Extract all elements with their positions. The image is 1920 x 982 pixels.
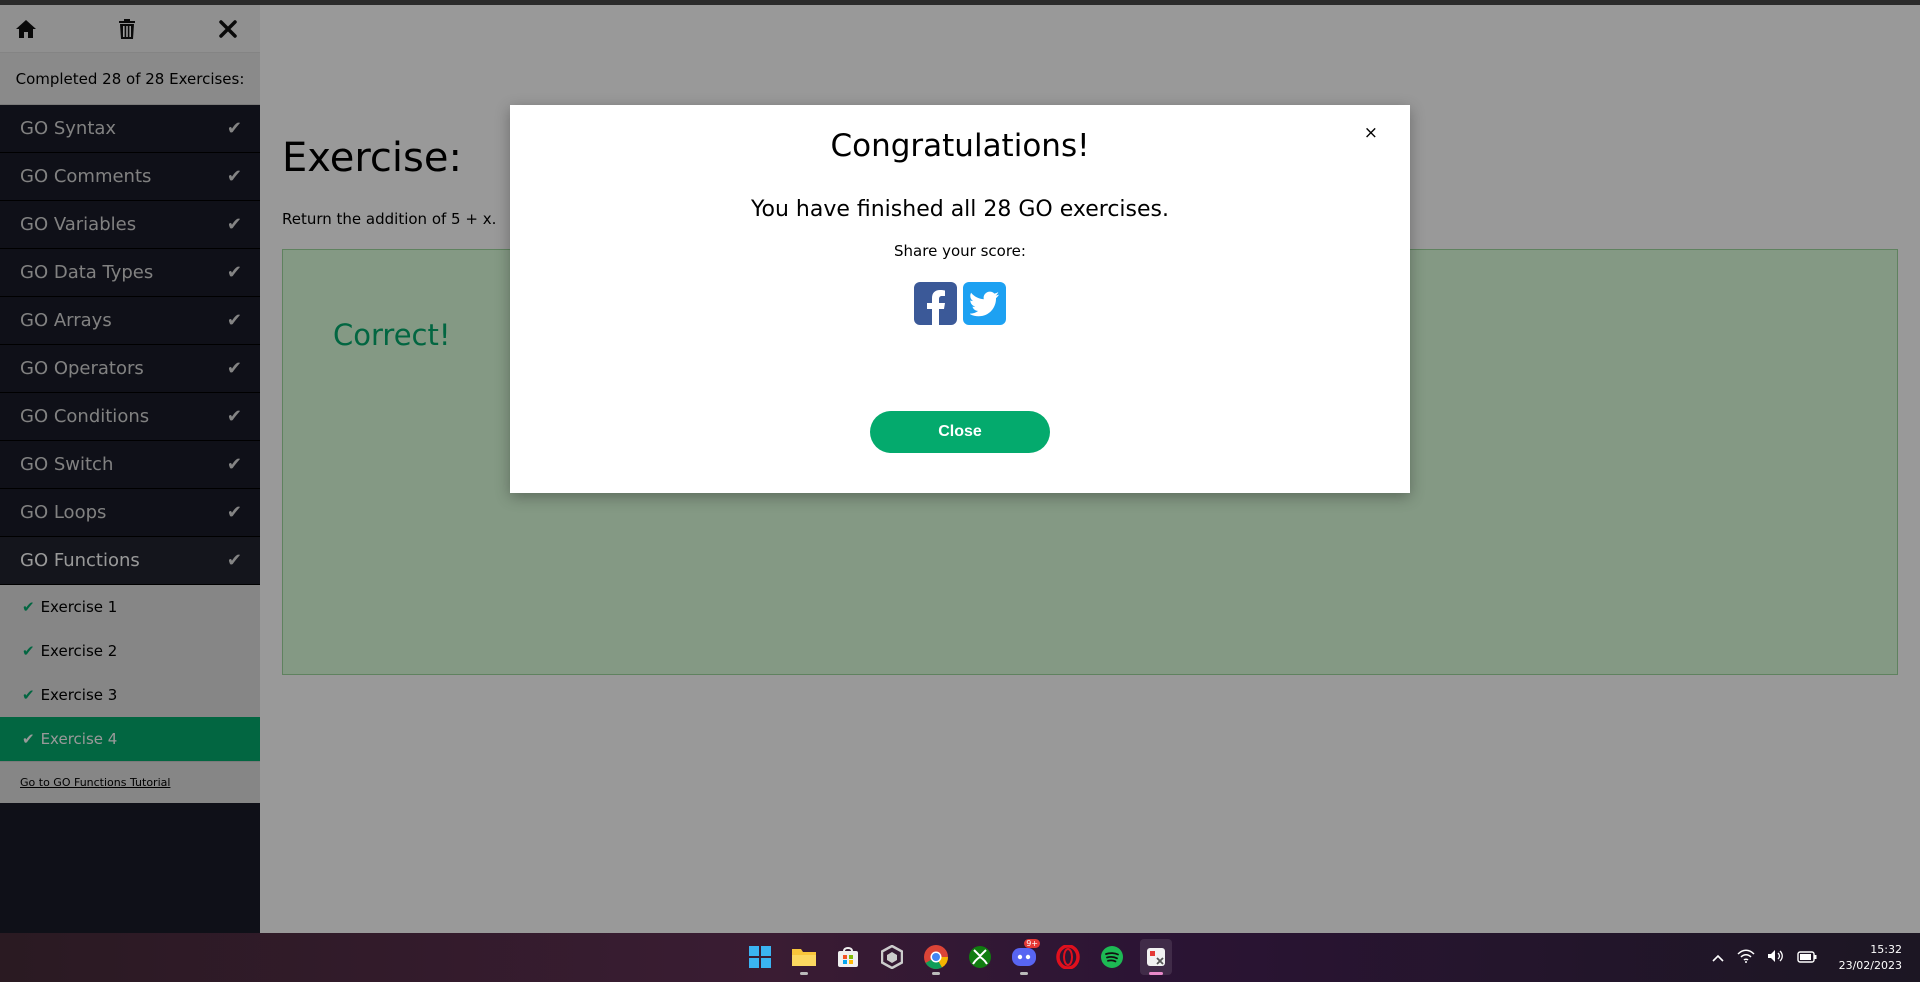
close-button[interactable]: Close: [870, 411, 1050, 453]
file-explorer-icon[interactable]: [788, 939, 820, 975]
twitter-share-button[interactable]: [963, 282, 1006, 325]
social-buttons: [510, 282, 1410, 325]
spotify-icon[interactable]: [1096, 939, 1128, 975]
chrome-icon[interactable]: [920, 939, 952, 975]
modal-close-icon[interactable]: ×: [1364, 123, 1378, 143]
running-indicator: [932, 972, 940, 975]
share-label: Share your score:: [894, 242, 1026, 260]
wifi-icon[interactable]: [1737, 948, 1755, 967]
snipping-tool-icon[interactable]: [1140, 939, 1172, 975]
running-indicator: [1020, 972, 1028, 975]
system-tray: 15:32 23/02/2023: [1711, 933, 1920, 982]
volume-icon[interactable]: [1767, 948, 1785, 967]
twitter-icon: [969, 291, 999, 316]
running-indicator: [1149, 972, 1163, 975]
discord-icon[interactable]: 9+: [1008, 939, 1040, 975]
store-icon[interactable]: [832, 939, 864, 975]
facebook-icon: [926, 290, 945, 325]
modal-message: You have finished all 28 GO exercises.: [751, 197, 1169, 222]
taskbar: 9+ 15:32 23/02/2023: [0, 933, 1920, 982]
taskbar-icons: 9+: [744, 939, 1172, 975]
modal-title: Congratulations!: [830, 128, 1090, 164]
congratulations-modal: × Congratulations! You have finished all…: [510, 105, 1410, 493]
clock[interactable]: 15:32 23/02/2023: [1839, 942, 1902, 974]
running-indicator: [800, 972, 808, 975]
facebook-share-button[interactable]: [914, 282, 957, 325]
opera-icon[interactable]: [1052, 939, 1084, 975]
clock-date: 23/02/2023: [1838, 958, 1902, 972]
battery-icon[interactable]: [1796, 948, 1817, 967]
windows-start-icon[interactable]: [744, 939, 776, 975]
clock-time: 15:32: [1870, 942, 1902, 956]
xbox-icon[interactable]: [964, 939, 996, 975]
unity-hub-icon[interactable]: [876, 939, 908, 975]
chevron-up-icon[interactable]: [1711, 948, 1725, 967]
notification-badge: 9+: [1024, 939, 1040, 948]
